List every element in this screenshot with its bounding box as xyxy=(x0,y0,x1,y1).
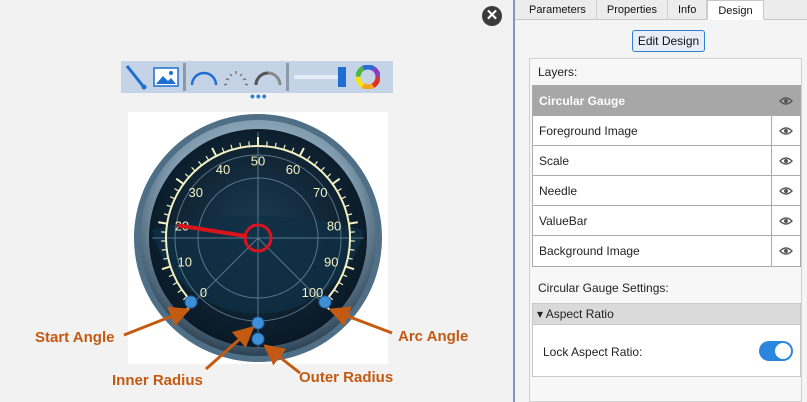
scale-label: 90 xyxy=(324,254,338,269)
design-settings: Layers: Circular Gauge Foreground Image … xyxy=(529,58,802,402)
major-tick xyxy=(158,221,168,225)
callout-inner-radius: Inner Radius xyxy=(112,372,203,389)
arc-scale-icon[interactable] xyxy=(188,63,220,91)
callout-arc-angle: Arc Angle xyxy=(398,328,469,345)
scale-label: 70 xyxy=(313,185,327,200)
layer-row-circular-gauge[interactable]: Circular Gauge xyxy=(533,86,800,116)
inner-radius-handle[interactable] xyxy=(251,316,265,330)
tab-info[interactable]: Info xyxy=(668,0,708,20)
tab-parameters[interactable]: Parameters xyxy=(519,0,597,20)
lock-aspect-ratio-label: Lock Aspect Ratio: xyxy=(543,345,643,359)
eye-icon[interactable] xyxy=(772,116,800,145)
aspect-ratio-section-header[interactable]: ▾ Aspect Ratio xyxy=(532,303,801,325)
eye-icon[interactable] xyxy=(772,206,800,235)
layer-row-scale[interactable]: Scale xyxy=(533,146,800,176)
needle-tool-icon[interactable] xyxy=(121,63,151,91)
minor-tick xyxy=(349,248,355,251)
layer-row-valuebar[interactable]: ValueBar xyxy=(533,206,800,236)
gauge-settings-label: Circular Gauge Settings: xyxy=(538,281,669,295)
layer-row-needle[interactable]: Needle xyxy=(533,176,800,206)
eye-icon[interactable] xyxy=(772,146,800,175)
minor-tick xyxy=(161,248,167,251)
layer-name: ValueBar xyxy=(533,206,772,235)
scale-label: 80 xyxy=(327,218,341,233)
scale-label: 0 xyxy=(200,285,207,300)
tab-design[interactable]: Design xyxy=(707,0,764,20)
major-tick xyxy=(348,221,358,225)
tab-properties[interactable]: Properties xyxy=(597,0,668,20)
layer-name: Foreground Image xyxy=(533,116,772,145)
tick-scale-icon[interactable] xyxy=(220,63,252,91)
aspect-ratio-label: Aspect Ratio xyxy=(545,307,614,321)
more-options-icon[interactable]: ••• xyxy=(250,89,267,103)
scale-label: 30 xyxy=(188,185,202,200)
layers-label: Layers: xyxy=(538,65,578,79)
toggle-knob xyxy=(775,343,791,359)
arc-angle-handle[interactable] xyxy=(318,295,332,309)
valuebar-icon[interactable] xyxy=(291,63,353,91)
property-panel: Parameters Properties Info Design Edit D… xyxy=(513,0,807,402)
callout-outer-radius: Outer Radius xyxy=(299,369,394,386)
layer-name: Circular Gauge xyxy=(533,86,772,115)
aspect-ratio-section: Lock Aspect Ratio: xyxy=(532,325,801,377)
start-angle-handle[interactable] xyxy=(184,295,198,309)
value-arc-icon[interactable] xyxy=(252,63,284,91)
scale-label: 100 xyxy=(302,285,324,300)
layer-name: Scale xyxy=(533,146,772,175)
scale-label: 50 xyxy=(251,154,265,169)
eye-icon[interactable] xyxy=(772,86,800,115)
callout-start-angle: Start Angle xyxy=(35,329,115,346)
eye-icon[interactable] xyxy=(772,176,800,205)
toolbar-separator xyxy=(183,63,186,91)
outer-radius-handle[interactable] xyxy=(251,332,265,346)
layer-row-foreground-image[interactable]: Foreground Image xyxy=(533,116,800,146)
panel-tabs: Parameters Properties Info Design xyxy=(515,0,807,20)
edit-design-button[interactable]: Edit Design xyxy=(632,30,705,52)
chevron-down-icon: ▾ xyxy=(537,307,544,321)
scale-label: 10 xyxy=(178,254,192,269)
image-tool-icon[interactable] xyxy=(151,63,181,91)
toolbar-separator xyxy=(286,63,289,91)
layers-table: Circular Gauge Foreground Image Scale Ne… xyxy=(532,85,801,267)
eye-icon[interactable] xyxy=(772,236,800,266)
circular-gauge[interactable]: 0102030405060708090100 xyxy=(128,112,388,364)
scale-label: 40 xyxy=(216,162,230,177)
layer-row-background-image[interactable]: Background Image xyxy=(533,236,800,266)
layer-name: Background Image xyxy=(533,236,772,266)
color-wheel-icon[interactable] xyxy=(353,63,383,91)
layer-name: Needle xyxy=(533,176,772,205)
close-icon[interactable]: ✕ xyxy=(482,6,502,26)
scale-label: 60 xyxy=(286,162,300,177)
lock-aspect-ratio-toggle[interactable] xyxy=(759,341,793,361)
canvas-area: ✕ ••• 0 10 30 40 50 60 70 80 90 100 Star… xyxy=(0,0,513,402)
